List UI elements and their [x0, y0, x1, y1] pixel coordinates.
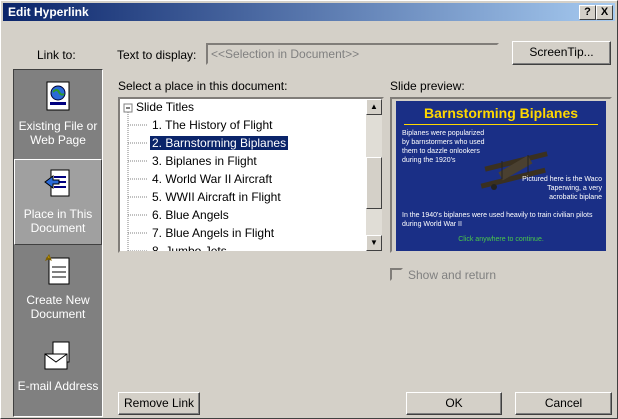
link-to-place-in-document-label: Place in This Document	[23, 207, 93, 235]
email-icon	[44, 341, 70, 370]
tree-lines	[123, 103, 148, 251]
link-to-email-address[interactable]: E-mail Address	[14, 332, 102, 418]
help-button[interactable]: ?	[579, 5, 596, 20]
tree-item[interactable]: 4. World War II Aircraft	[152, 172, 272, 186]
show-and-return-checkbox[interactable]	[390, 268, 403, 281]
scroll-thumb[interactable]	[366, 157, 382, 209]
place-in-document-icon	[44, 169, 70, 197]
slide-preview-image: Barnstorming Biplanes Biplanes were popu…	[396, 101, 606, 251]
link-to-existing-file[interactable]: Existing File or Web Page	[14, 72, 102, 158]
slide-text-4: Click anywhere to continue.	[458, 236, 544, 243]
tree-item[interactable]: 1. The History of Flight	[152, 118, 273, 132]
link-to-create-new-document[interactable]: Create New Document	[14, 246, 102, 332]
link-to-label: Link to:	[37, 48, 76, 62]
screentip-button[interactable]: ScreenTip...	[512, 41, 611, 65]
tree-scrollbar[interactable]: ▲ ▼	[366, 99, 382, 251]
text-to-display-label: Text to display:	[117, 48, 197, 62]
text-to-display-value: <<Selection in Document>>	[211, 47, 360, 61]
select-place-label: Select a place in this document:	[118, 79, 288, 93]
edit-hyperlink-dialog: Edit Hyperlink ? X Link to: Existing Fil…	[0, 0, 618, 419]
scroll-up-arrow-icon[interactable]: ▲	[366, 99, 382, 115]
place-tree[interactable]: Slide Titles 1. The History of Flight 2.…	[118, 97, 384, 253]
ok-button[interactable]: OK	[406, 392, 502, 415]
link-to-email-address-label: E-mail Address	[17, 379, 99, 393]
slide-text-2: Pictured here is the Waco Taperwing, a v…	[522, 176, 602, 201]
tree-item[interactable]: 6. Blue Angels	[152, 208, 229, 222]
slide-rule	[404, 124, 598, 125]
link-to-existing-file-label: Existing File or Web Page	[18, 119, 98, 147]
scroll-down-arrow-icon[interactable]: ▼	[366, 235, 382, 251]
slide-preview: Barnstorming Biplanes Biplanes were popu…	[390, 97, 612, 253]
tree-item[interactable]: 7. Blue Angels in Flight	[152, 226, 274, 240]
tree-item[interactable]: 8. Jumbo Jets	[152, 244, 227, 251]
dialog-title: Edit Hyperlink	[8, 5, 89, 19]
tree-root-slide-titles[interactable]: Slide Titles	[136, 100, 194, 114]
cancel-button[interactable]: Cancel	[515, 392, 612, 415]
link-to-create-new-document-label: Create New Document	[26, 293, 90, 321]
text-to-display-field[interactable]: <<Selection in Document>>	[206, 43, 499, 65]
slide-text-3: In the 1940's biplanes were used heavily…	[402, 212, 593, 228]
slide-preview-label: Slide preview:	[390, 79, 465, 93]
tree-item[interactable]: 3. Biplanes in Flight	[152, 154, 257, 168]
remove-link-button[interactable]: Remove Link	[118, 392, 200, 415]
tree-item-selected[interactable]: 2. Barnstorming Biplanes	[148, 135, 290, 151]
link-to-place-in-document[interactable]: Place in This Document	[14, 159, 102, 245]
web-page-icon	[46, 81, 70, 111]
close-button[interactable]: X	[596, 5, 613, 20]
title-bar[interactable]: Edit Hyperlink ? X	[3, 3, 615, 21]
tree-item[interactable]: 5. WWII Aircraft in Flight	[152, 190, 281, 204]
slide-title: Barnstorming Biplanes	[423, 105, 579, 121]
new-document-icon	[44, 253, 70, 285]
link-to-bar: Existing File or Web Page Place in This …	[13, 69, 103, 417]
show-and-return-label: Show and return	[408, 268, 497, 282]
